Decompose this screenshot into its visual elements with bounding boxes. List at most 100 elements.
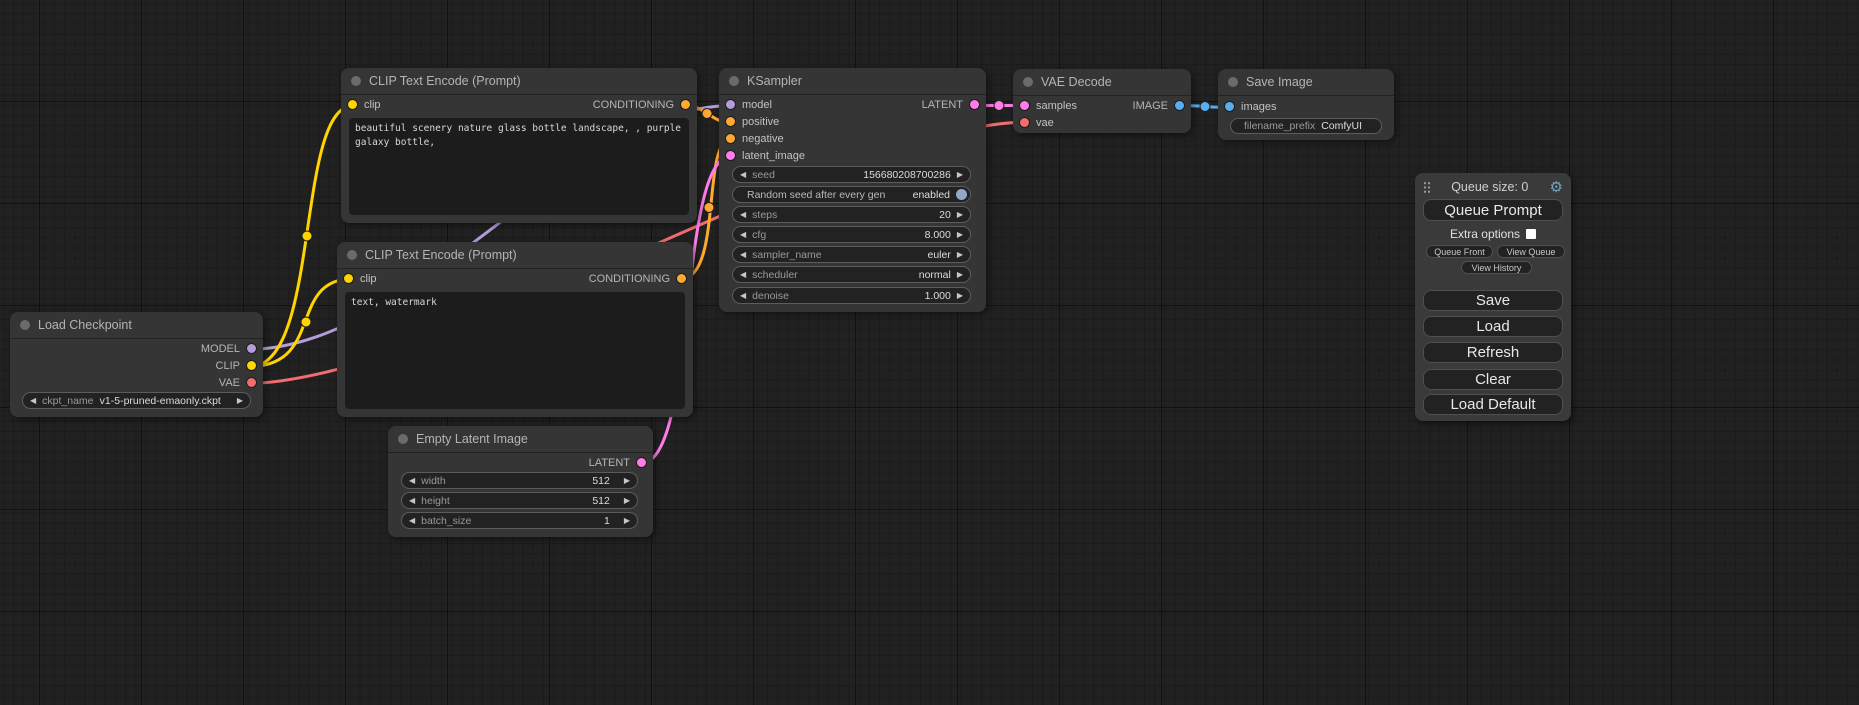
clear-button[interactable]: Clear xyxy=(1423,369,1563,390)
drag-handle-icon[interactable] xyxy=(1423,180,1430,194)
link-midpoint-dot[interactable] xyxy=(994,101,1004,111)
node-ksampler[interactable]: KSampler model LATENT positive negative … xyxy=(719,68,986,312)
steps-widget[interactable]: ◀ steps 20 ▶ xyxy=(732,206,971,223)
link-midpoint-dot[interactable] xyxy=(1200,102,1210,112)
widget-label: filename_prefix xyxy=(1244,120,1315,132)
node-title-bar[interactable]: Empty Latent Image xyxy=(388,426,653,453)
random-seed-widget[interactable]: Random seed after every gen enabled xyxy=(732,186,971,203)
link-midpoint-dot[interactable] xyxy=(702,109,712,119)
output-slot-vae[interactable] xyxy=(247,378,256,387)
node-title-bar[interactable]: Save Image xyxy=(1218,69,1394,96)
input-slot-samples[interactable] xyxy=(1020,101,1029,110)
link-midpoint-dot[interactable] xyxy=(302,231,312,241)
node-clip-text-encode-positive[interactable]: CLIP Text Encode (Prompt) clip CONDITION… xyxy=(341,68,697,223)
node-title-bar[interactable]: VAE Decode xyxy=(1013,69,1191,96)
filename-prefix-widget[interactable]: filename_prefix ComfyUI xyxy=(1230,118,1382,134)
load-button[interactable]: Load xyxy=(1423,316,1563,337)
queue-panel[interactable]: Queue size: 0 ⚙ Queue Prompt Extra optio… xyxy=(1415,173,1571,421)
decrement-arrow-icon[interactable]: ◀ xyxy=(409,517,415,525)
output-slot-latent[interactable] xyxy=(970,100,979,109)
queue-prompt-button[interactable]: Queue Prompt xyxy=(1423,199,1563,221)
node-title-bar[interactable]: KSampler xyxy=(719,68,986,95)
height-widget[interactable]: ◀ height 512 ▶ xyxy=(401,492,638,509)
view-queue-button[interactable]: View Queue xyxy=(1497,245,1565,258)
gear-icon[interactable]: ⚙ xyxy=(1550,180,1563,195)
node-vae-decode[interactable]: VAE Decode samples IMAGE vae xyxy=(1013,69,1191,133)
node-title-bar[interactable]: CLIP Text Encode (Prompt) xyxy=(337,242,693,269)
wire-clip-to-negative-prompt[interactable] xyxy=(252,279,348,367)
node-clip-text-encode-negative[interactable]: CLIP Text Encode (Prompt) clip CONDITION… xyxy=(337,242,693,417)
queue-front-button[interactable]: Queue Front xyxy=(1426,245,1493,258)
collapse-dot[interactable] xyxy=(347,250,357,260)
collapse-dot[interactable] xyxy=(729,76,739,86)
seed-widget[interactable]: ◀ seed 156680208700286 ▶ xyxy=(732,166,971,183)
save-button[interactable]: Save xyxy=(1423,290,1563,311)
batch-size-widget[interactable]: ◀ batch_size 1 ▶ xyxy=(401,512,638,529)
input-slot-model[interactable] xyxy=(726,100,735,109)
increment-arrow-icon[interactable]: ▶ xyxy=(624,497,630,505)
decrement-arrow-icon[interactable]: ◀ xyxy=(740,231,746,239)
input-slot-latent-image[interactable] xyxy=(726,151,735,160)
output-slot-clip[interactable] xyxy=(247,361,256,370)
output-slot-conditioning[interactable] xyxy=(681,100,690,109)
output-slot-model[interactable] xyxy=(247,344,256,353)
increment-arrow-icon[interactable]: ▶ xyxy=(957,231,963,239)
random-seed-toggle[interactable] xyxy=(956,189,967,200)
increment-arrow-icon[interactable]: ▶ xyxy=(957,211,963,219)
node-title-bar[interactable]: CLIP Text Encode (Prompt) xyxy=(341,68,697,95)
input-label-clip: clip xyxy=(360,273,377,285)
decrement-arrow-icon[interactable]: ◀ xyxy=(740,251,746,259)
collapse-dot[interactable] xyxy=(398,434,408,444)
output-slot-latent[interactable] xyxy=(637,458,646,467)
extra-options-checkbox[interactable] xyxy=(1526,229,1536,239)
decrement-arrow-icon[interactable]: ◀ xyxy=(30,397,36,405)
input-slot-images[interactable] xyxy=(1225,102,1234,111)
prompt-textarea[interactable]: text, watermark xyxy=(345,292,685,409)
widget-value: v1-5-pruned-emaonly.ckpt xyxy=(100,395,221,407)
input-slot-clip[interactable] xyxy=(348,100,357,109)
collapse-dot[interactable] xyxy=(1228,77,1238,87)
collapse-dot[interactable] xyxy=(20,320,30,330)
increment-arrow-icon[interactable]: ▶ xyxy=(624,517,630,525)
scheduler-widget[interactable]: ◀ scheduler normal ▶ xyxy=(732,266,971,283)
increment-arrow-icon[interactable]: ▶ xyxy=(624,477,630,485)
collapse-dot[interactable] xyxy=(1023,77,1033,87)
input-slot-vae[interactable] xyxy=(1020,118,1029,127)
increment-arrow-icon[interactable]: ▶ xyxy=(957,251,963,259)
increment-arrow-icon[interactable]: ▶ xyxy=(957,271,963,279)
ckpt-name-widget[interactable]: ◀ ckpt_name v1-5-pruned-emaonly.ckpt ▶ xyxy=(22,392,251,409)
link-midpoint-dot[interactable] xyxy=(704,203,714,213)
output-slot-conditioning[interactable] xyxy=(677,274,686,283)
input-label-clip: clip xyxy=(364,99,381,111)
denoise-widget[interactable]: ◀ denoise 1.000 ▶ xyxy=(732,287,971,304)
decrement-arrow-icon[interactable]: ◀ xyxy=(409,477,415,485)
decrement-arrow-icon[interactable]: ◀ xyxy=(740,292,746,300)
increment-arrow-icon[interactable]: ▶ xyxy=(957,171,963,179)
link-midpoint-dot[interactable] xyxy=(301,317,311,327)
decrement-arrow-icon[interactable]: ◀ xyxy=(740,211,746,219)
decrement-arrow-icon[interactable]: ◀ xyxy=(740,171,746,179)
increment-arrow-icon[interactable]: ▶ xyxy=(237,397,243,405)
decrement-arrow-icon[interactable]: ◀ xyxy=(409,497,415,505)
increment-arrow-icon[interactable]: ▶ xyxy=(957,292,963,300)
prompt-textarea[interactable]: beautiful scenery nature glass bottle la… xyxy=(349,118,689,215)
load-default-button[interactable]: Load Default xyxy=(1423,394,1563,415)
node-save-image[interactable]: Save Image images filename_prefix ComfyU… xyxy=(1218,69,1394,140)
cfg-widget[interactable]: ◀ cfg 8.000 ▶ xyxy=(732,226,971,243)
refresh-button[interactable]: Refresh xyxy=(1423,342,1563,363)
decrement-arrow-icon[interactable]: ◀ xyxy=(740,271,746,279)
output-slot-image[interactable] xyxy=(1175,101,1184,110)
node-empty-latent-image[interactable]: Empty Latent Image LATENT ◀ width 512 ▶ … xyxy=(388,426,653,537)
width-widget[interactable]: ◀ width 512 ▶ xyxy=(401,472,638,489)
widget-value: 512 xyxy=(592,475,610,487)
collapse-dot[interactable] xyxy=(351,76,361,86)
view-history-button[interactable]: View History xyxy=(1461,261,1532,274)
sampler-name-widget[interactable]: ◀ sampler_name euler ▶ xyxy=(732,246,971,263)
input-slot-clip[interactable] xyxy=(344,274,353,283)
node-graph-canvas[interactable]: Load Checkpoint MODEL CLIP VAE ◀ ckpt_na… xyxy=(0,0,1859,705)
node-load-checkpoint[interactable]: Load Checkpoint MODEL CLIP VAE ◀ ckpt_na… xyxy=(10,312,263,417)
node-title-bar[interactable]: Load Checkpoint xyxy=(10,312,263,339)
node-title: Save Image xyxy=(1246,75,1313,89)
input-slot-negative[interactable] xyxy=(726,134,735,143)
input-slot-positive[interactable] xyxy=(726,117,735,126)
